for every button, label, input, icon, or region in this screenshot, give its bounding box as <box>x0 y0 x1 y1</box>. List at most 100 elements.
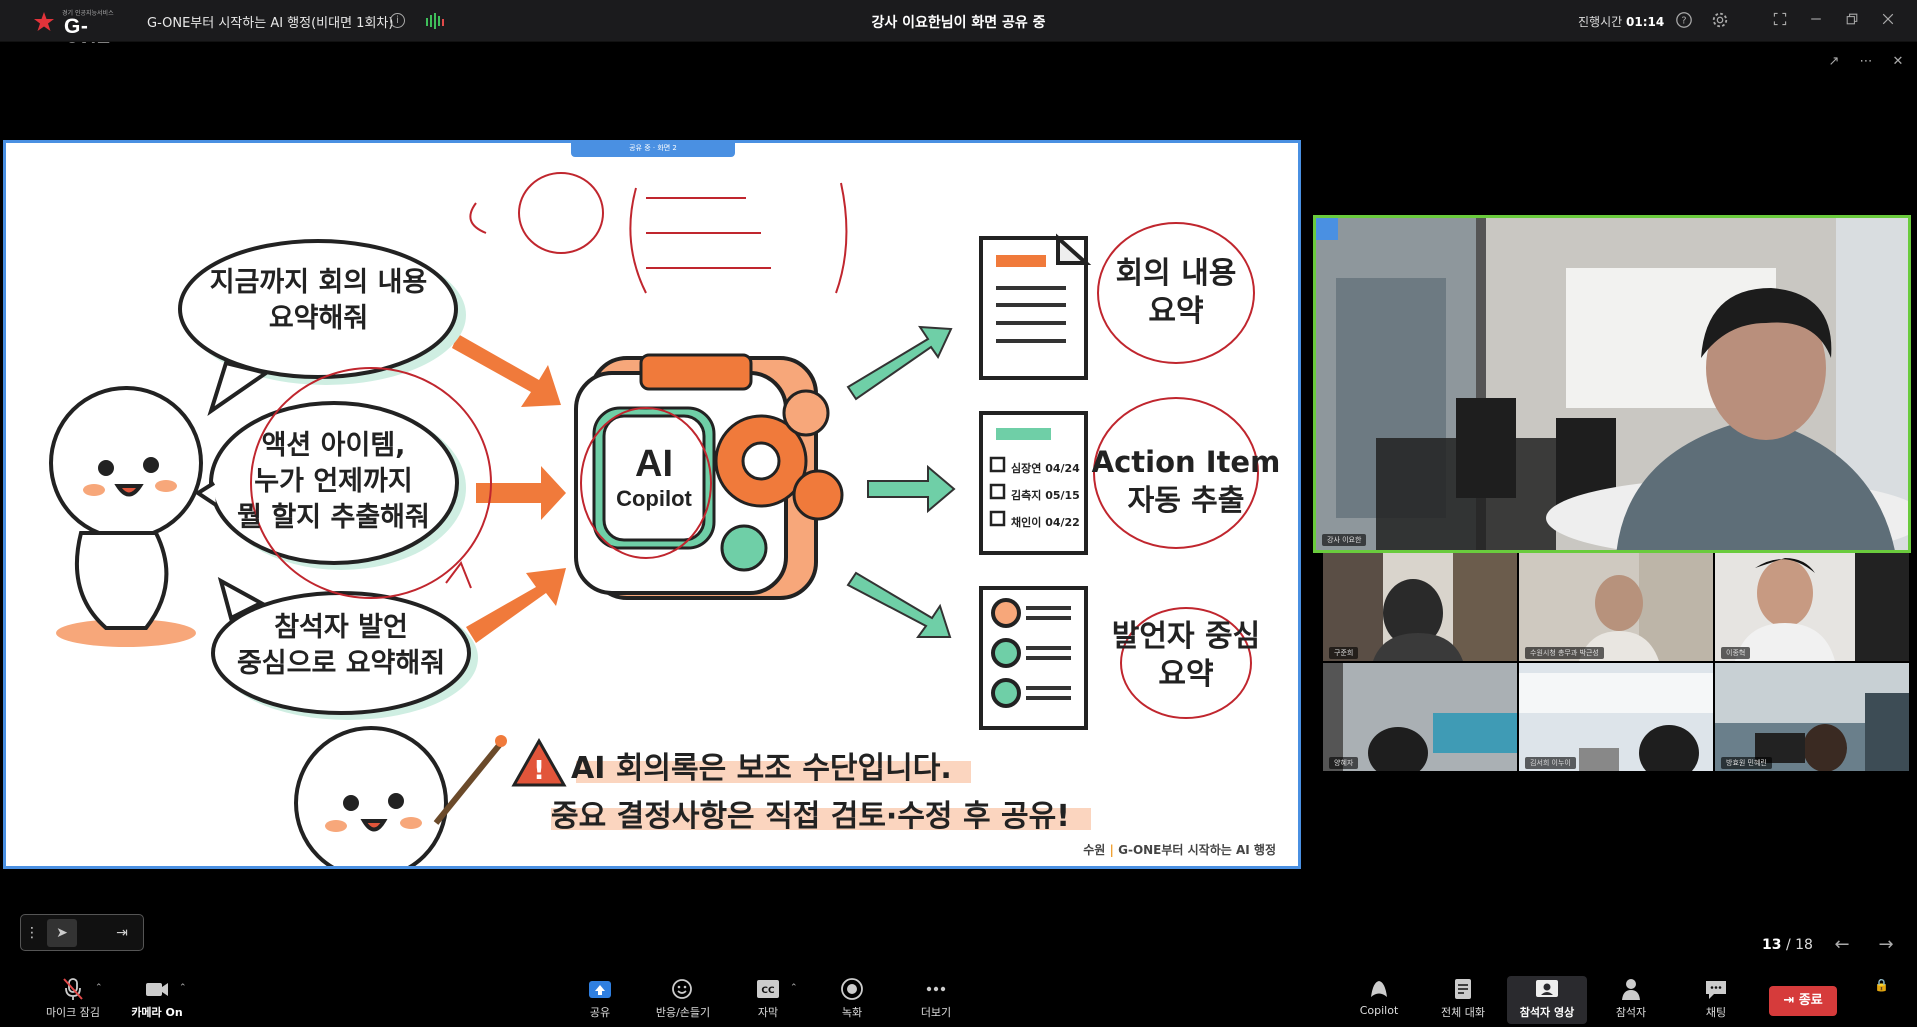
drag-handle-icon[interactable]: ⋮ <box>25 919 39 947</box>
page-total: / 18 <box>1785 937 1813 953</box>
g-one-logo: 경기 인공지능서비스 G-ONE <box>30 6 134 62</box>
chat-button[interactable]: 채팅 <box>1676 976 1756 1024</box>
mic-muted-icon <box>63 978 83 1000</box>
minimize-icon[interactable] <box>1806 11 1826 31</box>
more-button[interactable]: 더보기 <box>896 976 976 1024</box>
network-signal-icon[interactable] <box>425 12 447 30</box>
more-dots-icon <box>926 986 946 992</box>
participant-name-tag: 방효원 민혜린 <box>1721 757 1772 769</box>
meeting-window: 경기 인공지능서비스 G-ONE G-ONE부터 시작하는 AI 행정(비대면 … <box>0 0 1917 1027</box>
page-counter: 13 / 18 <box>1762 937 1813 953</box>
result-3-text: 발언자 중심 요약 <box>1086 618 1286 694</box>
all-chat-label: 전체 대화 <box>1441 1006 1485 1019</box>
all-chat-button[interactable]: 전체 대화 <box>1423 976 1503 1024</box>
bubble-3-line1: 참석자 발언 <box>274 612 408 643</box>
participant-video-button[interactable]: 참석자 영상 <box>1507 976 1587 1024</box>
pointer-arrow-icon[interactable]: ➤ <box>47 919 77 947</box>
participant-tile[interactable]: 이종혁 <box>1715 553 1909 661</box>
participant-name-tag: 구준희 <box>1329 647 1359 659</box>
participant-video-grid: 구준희 수원시청 총무과 박근성 이종혁 양혜자 김서희 이누이 방효원 민혜린 <box>1323 553 1909 773</box>
checklist-item: 채인이 04/22 <box>1011 516 1080 529</box>
right-panel-header: ↗ ⋯ ✕ <box>1115 43 1917 125</box>
footer-left: 수원 <box>1083 843 1106 857</box>
share-label: 공유 <box>589 1006 611 1019</box>
input-arrows <box>452 334 566 643</box>
bubble-1-line1: 지금까지 회의 내용 <box>209 267 428 298</box>
elapsed-label: 진행시간 <box>1578 15 1623 29</box>
end-meeting-button[interactable]: ⇥ 종료 <box>1769 986 1837 1016</box>
svg-text:?: ? <box>1681 16 1686 27</box>
record-icon <box>841 978 863 1000</box>
pointer-tools: ⋮ ➤ ⇥ <box>20 914 144 951</box>
participant-name-tag: 이종혁 <box>1721 647 1751 659</box>
collapse-toolbar-icon[interactable]: ⇥ <box>107 919 137 947</box>
bubble-2-line1: 액션 아이템, <box>261 430 406 461</box>
speaker-video[interactable]: 강사 이요한 <box>1313 215 1911 553</box>
copilot-label: Copilot <box>616 486 692 511</box>
settings-gear-icon[interactable] <box>1710 11 1730 31</box>
restore-icon[interactable] <box>1842 11 1862 31</box>
info-icon[interactable]: i <box>390 13 405 28</box>
share-button[interactable]: 공유 <box>560 976 640 1024</box>
bubble-3-line2: 중심으로 요약해줘 <box>236 648 446 679</box>
shared-slide: ! 지금까지 회의 내용 요약해줘 액션 아이템, 누가 언제까지 뭘 할지 추… <box>3 140 1301 869</box>
result-2-text: Action Item 자동 추출 <box>1081 443 1291 519</box>
chat-label: 채팅 <box>1705 1006 1727 1019</box>
elapsed-value: 01:14 <box>1626 15 1665 29</box>
mic-options-chevron-icon[interactable]: ⌃ <box>95 983 103 993</box>
reaction-button[interactable]: 반응/손들기 <box>643 976 723 1024</box>
participants-button[interactable]: 참석자 <box>1591 976 1671 1024</box>
record-label: 녹화 <box>841 1006 863 1019</box>
participant-tile[interactable]: 양혜자 <box>1323 663 1517 771</box>
participant-tile[interactable]: 방효원 민혜린 <box>1715 663 1909 771</box>
ai-label: AI <box>635 443 673 485</box>
participant-name-tag: 김서희 이누이 <box>1525 757 1576 769</box>
share-tab[interactable]: 공유 중 · 화면 2 <box>571 140 735 157</box>
more-options-icon[interactable]: ⋯ <box>1857 53 1875 71</box>
participant-tile[interactable]: 구준희 <box>1323 553 1517 661</box>
popout-icon[interactable]: ↗ <box>1825 53 1843 71</box>
participant-tile[interactable]: 수원시청 총무과 박근성 <box>1519 553 1713 661</box>
result-1-text: 회의 내용 요약 <box>1096 255 1256 331</box>
bubble-3-text: 참석자 발언 중심으로 요약해줘 <box>221 610 461 682</box>
prev-page-arrow-icon[interactable]: ← <box>1829 934 1855 956</box>
next-page-arrow-icon[interactable]: → <box>1873 934 1899 956</box>
end-label: 종료 <box>1798 993 1823 1008</box>
reaction-label: 반응/손들기 <box>655 1006 711 1019</box>
svg-text:CC: CC <box>761 986 775 996</box>
bubble-2-line3: 뭘 할지 추출해줘 <box>237 502 430 533</box>
svg-text:!: ! <box>533 756 545 786</box>
result-1-line1: 회의 내용 <box>1115 256 1237 291</box>
caption-options-chevron-icon[interactable]: ⌃ <box>790 983 798 993</box>
document-chat-icon <box>1455 979 1471 999</box>
participant-video-icon <box>1536 980 1558 997</box>
exit-icon: ⇥ <box>1783 993 1799 1008</box>
close-icon[interactable] <box>1878 11 1898 31</box>
participant-video-5 <box>1519 663 1713 771</box>
record-button[interactable]: 녹화 <box>812 976 892 1024</box>
page-current: 13 <box>1762 937 1782 953</box>
participant-video-6 <box>1715 663 1909 771</box>
warning-sign-icon: ! <box>511 737 567 787</box>
bubble-2-text: 액션 아이템, 누가 언제까지 뭘 할지 추출해줘 <box>226 428 441 536</box>
camera-options-chevron-icon[interactable]: ⌃ <box>179 983 187 993</box>
participants-label: 참석자 <box>1615 1006 1647 1019</box>
fullscreen-icon[interactable] <box>1770 11 1790 31</box>
bottom-toolbar: 마이크 잠김 ⌃ 카메라 On ⌃ 공유 반응/손들기 CC 자막 ⌃ 녹화 더… <box>0 970 1917 1027</box>
elapsed-time: 진행시간 01:14 <box>1578 13 1664 30</box>
participant-video-2 <box>1519 553 1713 661</box>
bubble-1-text: 지금까지 회의 내용 요약해줘 <box>196 265 441 337</box>
close-panel-icon[interactable]: ✕ <box>1889 53 1907 71</box>
more-label: 더보기 <box>920 1006 952 1019</box>
participant-name-tag: 양혜자 <box>1329 757 1359 769</box>
lock-icon[interactable]: 🔒 <box>1874 978 1892 996</box>
speaker-video-frame <box>1316 218 1908 550</box>
help-icon[interactable]: ? <box>1674 11 1694 31</box>
meeting-title: G-ONE부터 시작하는 AI 행정(비대면 1회차) <box>147 16 394 31</box>
copilot-button[interactable]: Copilot <box>1339 976 1419 1024</box>
participant-video-4 <box>1323 663 1517 771</box>
checklist-item: 김측지 05/15 <box>1011 489 1080 502</box>
participant-tile[interactable]: 김서희 이누이 <box>1519 663 1713 771</box>
bubble-1-line2: 요약해줘 <box>268 303 369 334</box>
star-logo-icon <box>34 12 54 31</box>
